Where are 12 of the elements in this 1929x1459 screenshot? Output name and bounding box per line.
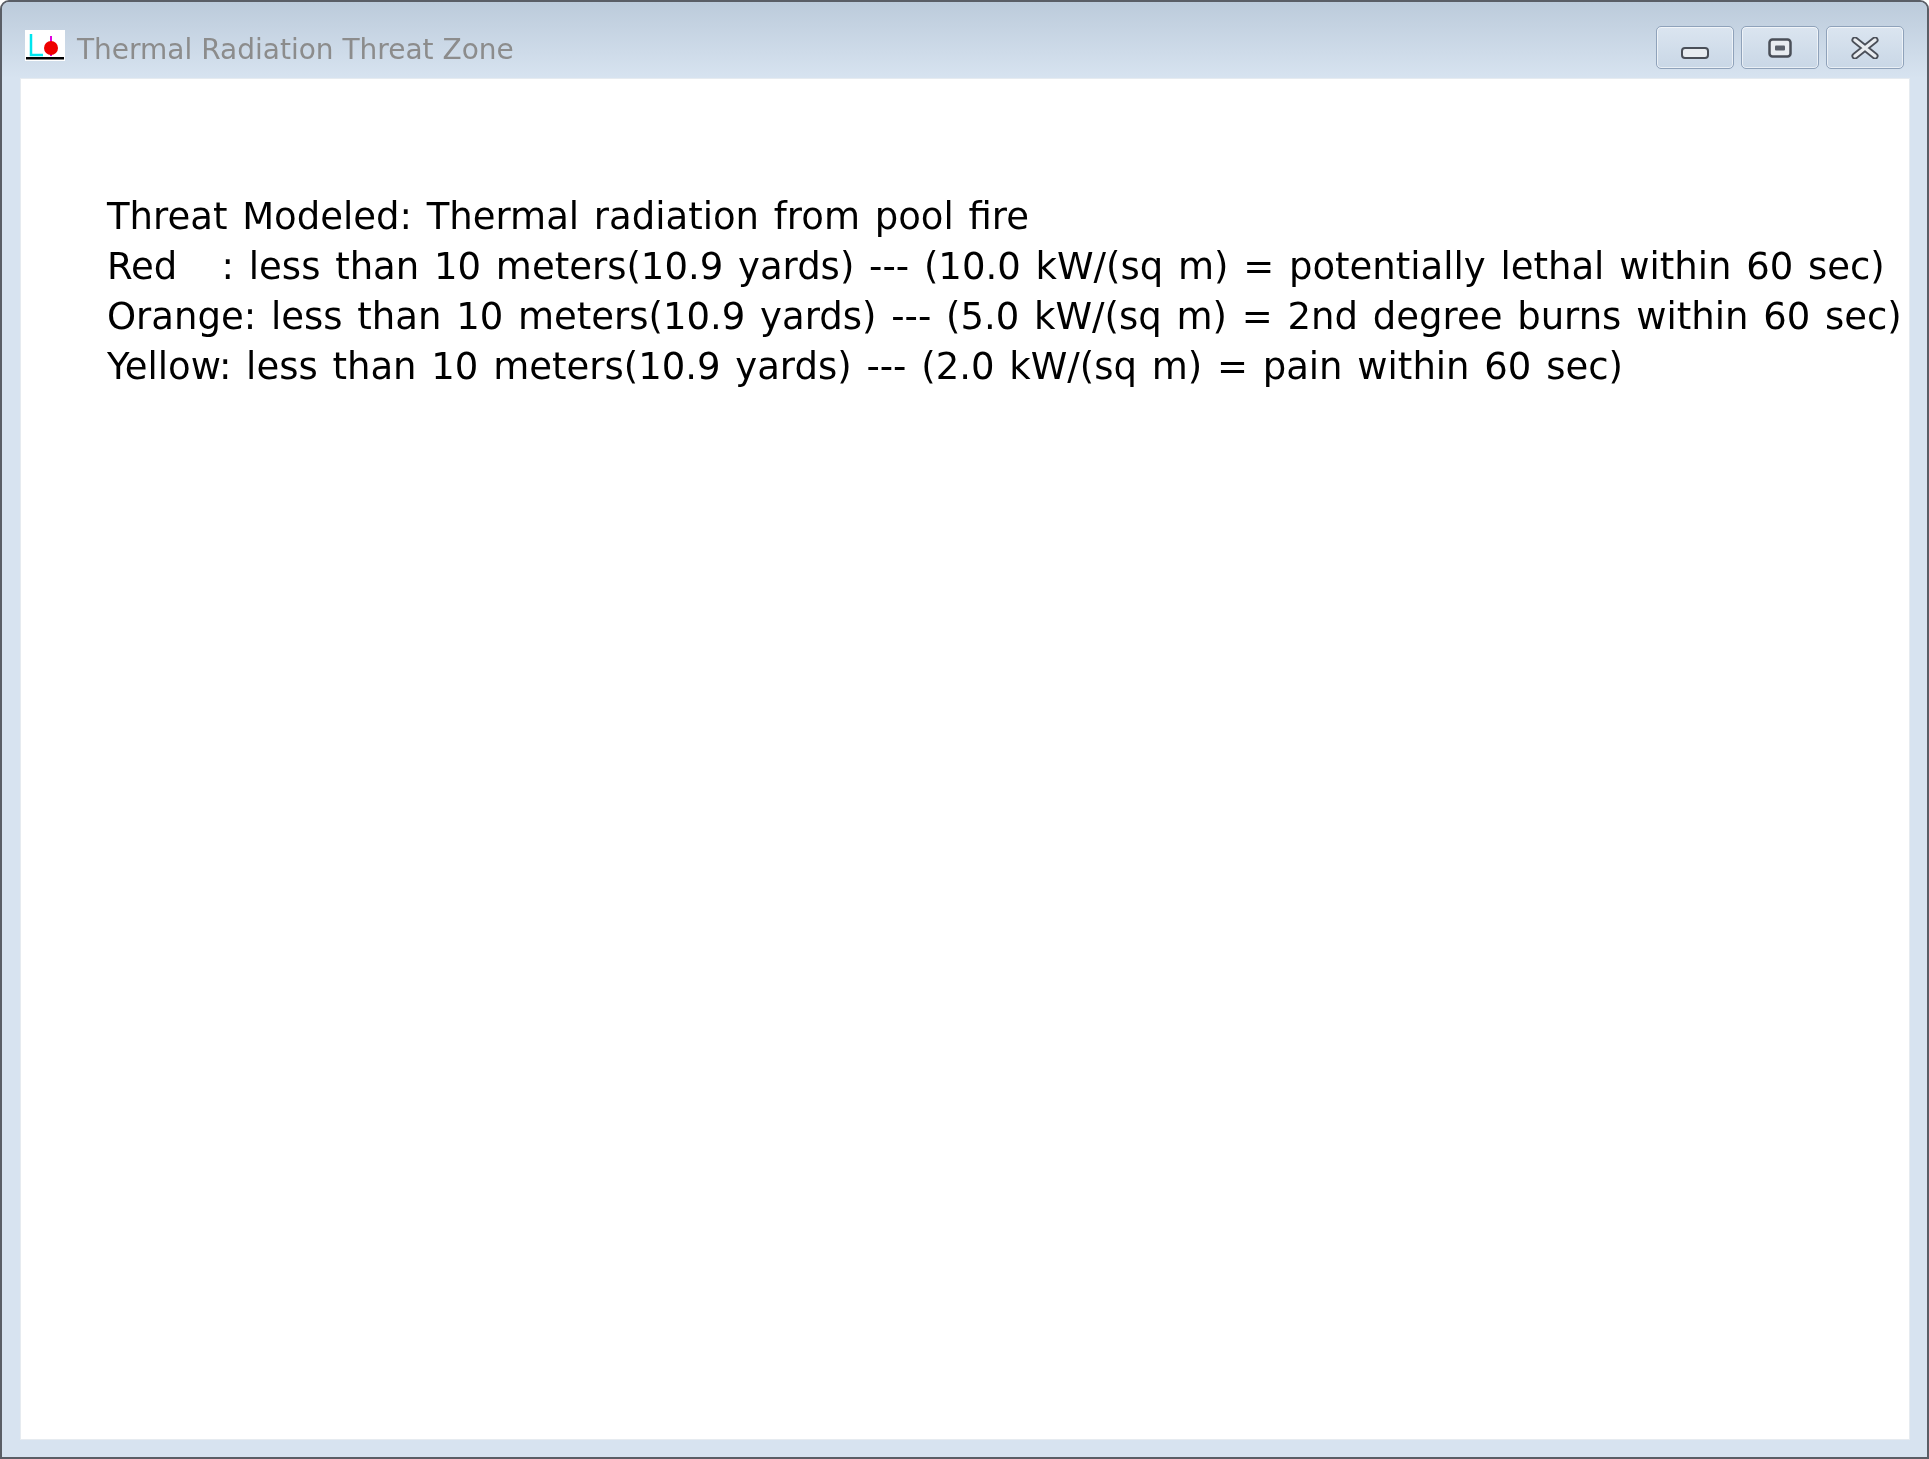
threat-zone-text: Orange: less than 10 meters(10.9 yards) --- (5.0 kW/(sq m) = 2nd degree burns within 60 sec) (107, 294, 1902, 340)
maximize-icon (1768, 37, 1792, 58)
threat-zone-text: Yellow: less than 10 meters(10.9 yards) --- (2.0 kW/(sq m) = pain within 60 sec) (107, 344, 1623, 390)
close-icon (1851, 36, 1879, 59)
threat-modeled-text: Threat Modeled: Thermal radiation from pool fire (107, 194, 1029, 240)
plot-icon (25, 30, 65, 61)
close-button[interactable] (1826, 26, 1904, 69)
window-title: Thermal Radiation Threat Zone (77, 32, 514, 68)
maximize-button[interactable] (1741, 26, 1819, 69)
threat-zone-text: Red : less than 10 meters(10.9 yards) --- (10.0 kW/(sq m) = potentially lethal within 60 sec) (107, 244, 1885, 290)
minimize-icon (1681, 46, 1709, 59)
minimize-button[interactable] (1656, 26, 1734, 69)
